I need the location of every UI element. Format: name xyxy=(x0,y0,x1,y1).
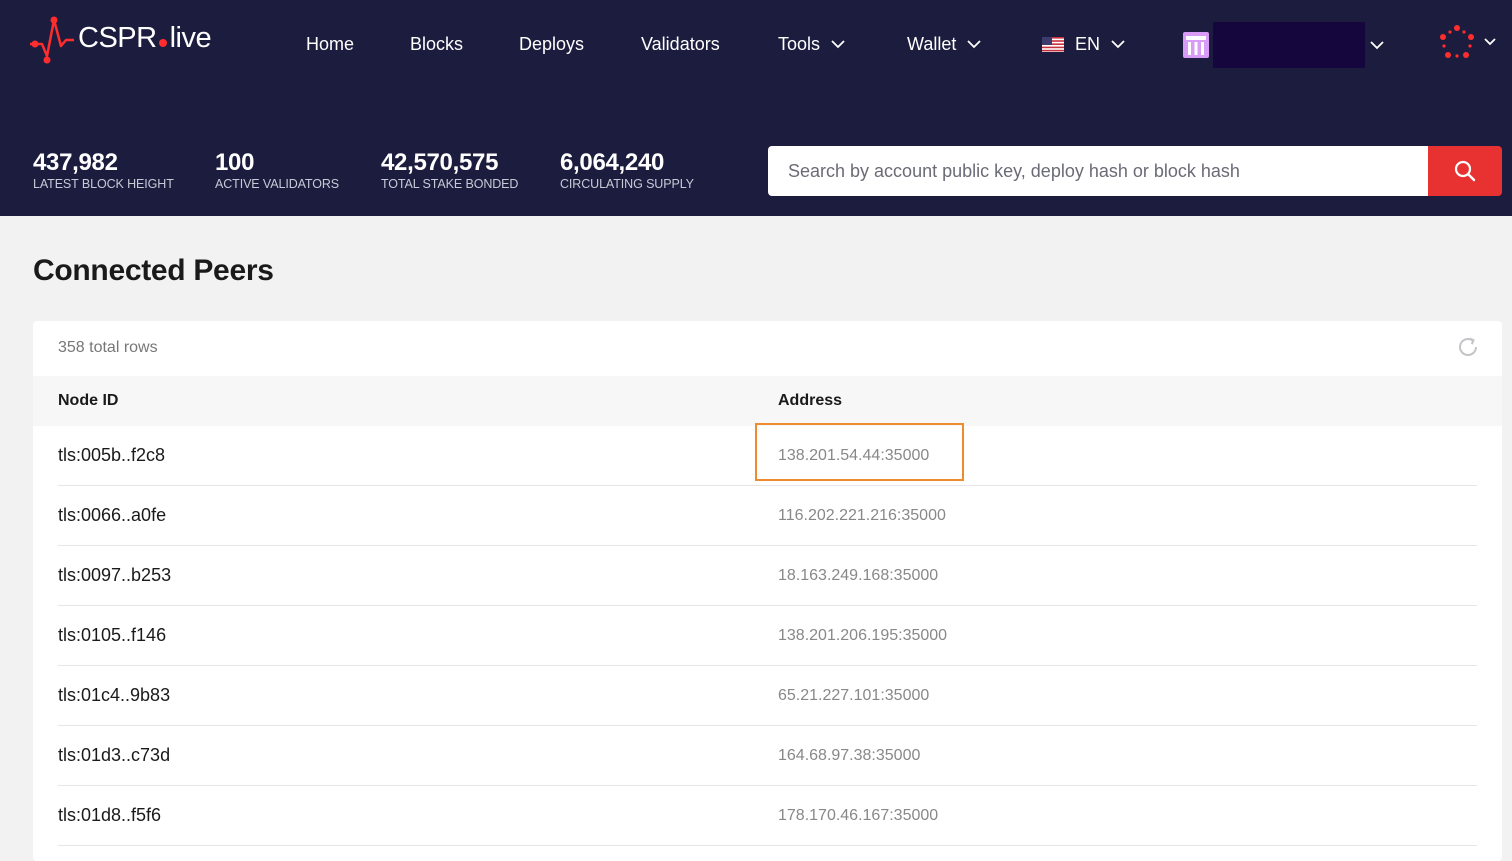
stat-value: 6,064,240 xyxy=(560,149,665,176)
address-cell: 138.201.54.44:35000 xyxy=(778,447,930,464)
total-rows-count: 358 total rows xyxy=(58,339,158,356)
nav-validators-label: Validators xyxy=(641,34,720,54)
stat-active-validators: 100 ACTIVE VALIDATORS xyxy=(215,148,339,192)
stat-label: ACTIVE VALIDATORS xyxy=(215,177,340,191)
column-header-node-id[interactable]: Node ID xyxy=(58,392,118,410)
chevron-down-icon xyxy=(1111,40,1125,49)
node-id-cell[interactable]: tls:0066..a0fe xyxy=(58,505,166,526)
language-label: EN xyxy=(1075,34,1101,54)
logo-text: CSPR live xyxy=(78,22,212,54)
column-header-address[interactable]: Address xyxy=(778,392,842,410)
stat-value: 42,570,575 xyxy=(381,149,499,176)
node-id-cell[interactable]: tls:0097..b253 xyxy=(58,565,171,586)
table-row: tls:01c4..9b83 65.21.227.101:35000 xyxy=(58,666,1477,726)
nav-validators[interactable]: Validators xyxy=(641,30,720,58)
address-cell: 116.202.221.216:35000 xyxy=(778,507,946,524)
table-row: tls:0066..a0fe 116.202.221.216:35000 xyxy=(58,486,1477,546)
table-header: Node ID Address xyxy=(33,376,1502,426)
top-header: CSPR live Home Blocks Deploys Validators … xyxy=(0,0,1512,216)
chevron-down-icon xyxy=(967,40,981,49)
network-menu[interactable] xyxy=(1439,25,1496,61)
page-title: Connected Peers xyxy=(33,254,274,287)
stat-label: TOTAL STAKE BONDED xyxy=(381,177,519,191)
node-id-cell[interactable]: tls:005b..f2c8 xyxy=(58,445,165,466)
node-id-cell[interactable]: tls:01d8..f5f6 xyxy=(58,805,161,826)
table-row: tls:01d8..f5f6 178.170.46.167:35000 xyxy=(58,786,1477,846)
search-bar xyxy=(768,146,1502,196)
stat-label: CIRCULATING SUPPLY xyxy=(560,177,694,191)
account-dropdown[interactable] xyxy=(1183,22,1385,68)
nav-deploys[interactable]: Deploys xyxy=(519,30,584,58)
table-row: tls:0097..b253 18.163.249.168:35000 xyxy=(58,546,1477,606)
node-id-cell[interactable]: tls:0105..f146 xyxy=(58,625,166,646)
nav-home[interactable]: Home xyxy=(306,30,354,58)
nav-blocks[interactable]: Blocks xyxy=(410,30,463,58)
address-cell: 164.68.97.38:35000 xyxy=(778,747,921,764)
node-id-cell[interactable]: tls:01d3..c73d xyxy=(58,745,170,766)
nav-deploys-label: Deploys xyxy=(519,34,585,54)
table-row: tls:005b..f2c8 138.201.54.44:35000 xyxy=(58,426,1477,486)
stat-value: 100 xyxy=(215,149,255,176)
node-id-cell[interactable]: tls:01c4..9b83 xyxy=(58,685,170,706)
casper-network-icon xyxy=(1440,25,1496,58)
search-button[interactable] xyxy=(1428,146,1502,196)
cspr-live-logo[interactable]: CSPR live xyxy=(30,16,212,68)
address-cell: 18.163.249.168:35000 xyxy=(778,567,939,584)
nav-wallet-dropdown[interactable]: Wallet xyxy=(907,30,982,58)
stat-label: LATEST BLOCK HEIGHT xyxy=(33,177,174,191)
stat-total-stake-bonded: 42,570,575 TOTAL STAKE BONDED xyxy=(381,148,518,192)
address-cell: 138.201.206.195:35000 xyxy=(778,627,948,644)
us-flag-icon xyxy=(1042,36,1064,52)
table-body: tls:005b..f2c8 138.201.54.44:35000 tls:0… xyxy=(33,426,1502,846)
chevron-down-icon xyxy=(831,40,845,49)
table-row: tls:0105..f146 138.201.206.195:35000 xyxy=(58,606,1477,666)
nav-tools-label: Tools xyxy=(778,34,821,54)
table-row: tls:01d3..c73d 164.68.97.38:35000 xyxy=(58,726,1477,786)
search-icon xyxy=(1454,160,1476,182)
nav-home-label: Home xyxy=(306,34,355,54)
search-input[interactable] xyxy=(768,146,1428,196)
address-cell: 178.170.46.167:35000 xyxy=(778,807,939,824)
refresh-icon[interactable] xyxy=(1456,335,1480,359)
account-avatar-icon xyxy=(1183,32,1209,58)
account-name-redacted xyxy=(1213,22,1365,68)
logo-dot xyxy=(158,39,167,47)
nav-blocks-label: Blocks xyxy=(410,34,464,54)
peers-table-card: 358 total rows Node ID Address tls:005b.… xyxy=(33,321,1502,861)
nav-tools-dropdown[interactable]: Tools xyxy=(778,30,846,58)
address-cell: 65.21.227.101:35000 xyxy=(778,687,930,704)
nav-wallet-label: Wallet xyxy=(907,34,957,54)
stat-latest-block-height: 437,982 LATEST BLOCK HEIGHT xyxy=(33,148,174,192)
logo-pulse-icon xyxy=(30,16,74,64)
language-selector[interactable]: EN xyxy=(1042,30,1126,58)
table-toolbar: 358 total rows xyxy=(33,321,1502,376)
chevron-down-icon xyxy=(1370,41,1384,50)
stat-value: 437,982 xyxy=(33,149,118,176)
stat-circulating-supply: 6,064,240 CIRCULATING SUPPLY xyxy=(560,148,694,192)
